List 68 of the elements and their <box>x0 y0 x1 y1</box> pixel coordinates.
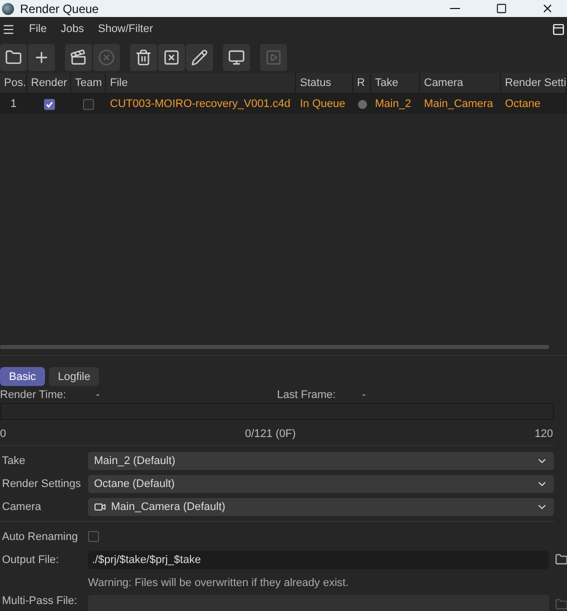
camera-icon <box>94 500 106 512</box>
trash-button[interactable] <box>130 44 157 70</box>
delete-box-button[interactable] <box>158 44 185 70</box>
column-header[interactable]: R <box>353 73 371 93</box>
pencil-icon <box>191 48 208 66</box>
delete-box-icon <box>163 48 180 66</box>
dropdown[interactable]: Main_Camera (Default) <box>88 498 554 516</box>
cancel-icon <box>98 48 115 66</box>
table-cell-text: Octane <box>504 98 542 110</box>
info-label: Last Frame: <box>277 388 337 402</box>
table-cell-text: Main_Camera <box>423 98 494 110</box>
folder-icon <box>554 553 567 566</box>
field-label: Take <box>2 454 26 466</box>
column-header[interactable]: Team <box>71 73 106 93</box>
table-cell-text: CUT003-MOIRO-recovery_V001.c4d <box>109 98 292 110</box>
column-header[interactable]: Render <box>27 73 71 93</box>
table-row[interactable]: 1 CUT003-MOIRO-recovery_V001.c4d In Queue Main_2 Main_Camera Octane <box>0 94 567 114</box>
column-header[interactable]: Camera <box>420 73 501 93</box>
table-cell-text: 1 <box>9 98 18 110</box>
info-value: - <box>96 388 101 402</box>
window-title: Render Queue <box>20 3 100 15</box>
progress-reading: 0/121 (0F) <box>245 428 296 442</box>
field-label: Auto Renaming <box>2 530 79 542</box>
table-cell-text: In Queue <box>299 98 346 110</box>
column-header[interactable]: Status <box>296 73 353 93</box>
monitor-icon <box>228 48 245 66</box>
team-checkbox[interactable] <box>83 98 94 110</box>
field-label: Camera <box>2 500 42 512</box>
checkbox[interactable] <box>88 531 99 542</box>
table-cell-text: Main_2 <box>374 98 412 110</box>
close-icon <box>540 2 554 14</box>
output-file-field[interactable]: ./$prj/$take/$prj_$take <box>88 550 549 568</box>
warning-text: Warning: Files will be overwritten if they already exist. <box>88 576 349 590</box>
horizontal-scrollbar[interactable] <box>0 345 549 349</box>
clapperboard-button[interactable] <box>65 44 92 70</box>
render-checkbox[interactable] <box>44 98 54 110</box>
play-icon <box>265 48 282 66</box>
maximize-icon <box>496 2 506 14</box>
dropdown[interactable]: Main_2 (Default) <box>88 452 554 470</box>
progress-start: 0 <box>0 428 6 442</box>
layout-icon[interactable] <box>552 22 565 36</box>
menu-item[interactable]: Show/Filter <box>98 23 154 35</box>
field-label: Render Settings <box>2 478 82 490</box>
plus-button[interactable] <box>28 44 55 70</box>
column-header[interactable]: Take <box>371 73 420 93</box>
menu-icon[interactable] <box>2 22 15 36</box>
progress-end: 120 <box>534 428 553 442</box>
app-logo-icon <box>2 3 14 15</box>
trash-icon <box>135 48 152 66</box>
folder-icon <box>5 48 22 66</box>
info-label: Render Time: <box>0 388 68 402</box>
folder-icon <box>554 598 567 610</box>
tab[interactable]: Basic <box>0 367 45 386</box>
column-header[interactable]: File <box>106 73 296 93</box>
clapperboard-icon <box>70 48 87 66</box>
dropdown[interactable]: Octane (Default) <box>88 474 554 492</box>
column-header[interactable]: Render Setti <box>501 73 567 93</box>
menu-item[interactable]: File <box>29 23 47 35</box>
field-label: Multi-Pass File: <box>2 595 78 607</box>
status-dot-icon <box>358 100 366 108</box>
monitor-button[interactable] <box>223 44 250 70</box>
info-value: - <box>362 388 367 402</box>
column-header[interactable]: Pos. <box>0 73 27 93</box>
folder-button[interactable] <box>0 44 27 70</box>
menu-item[interactable]: Jobs <box>60 23 84 35</box>
pencil-button[interactable] <box>186 44 213 70</box>
tab[interactable]: Logfile <box>48 367 100 386</box>
field-label: Output File: <box>2 554 60 566</box>
